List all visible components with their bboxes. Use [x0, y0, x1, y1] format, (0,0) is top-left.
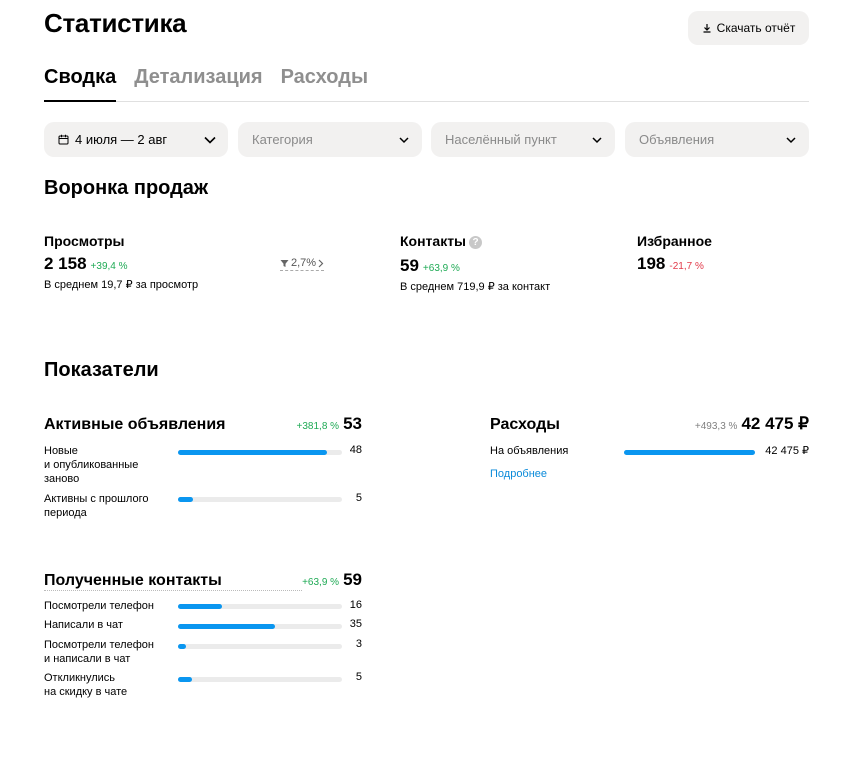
views-sub: В среднем 19,7 ₽ за просмотр: [44, 279, 199, 291]
received-contacts-change: +63,9 %: [302, 577, 340, 588]
views-conversion[interactable]: 2,7%: [280, 257, 325, 271]
contacts-bar-track: [178, 604, 342, 609]
active-ads-row-label: Новые и опубликованные заново: [44, 445, 139, 485]
contacts-row-label: Откликнулись на скидку в чате: [44, 672, 128, 698]
funnel-title: Воронка продаж: [44, 177, 209, 199]
tab-details[interactable]: Детализация: [134, 64, 262, 101]
tab-expenses[interactable]: Расходы: [281, 64, 368, 101]
contacts-row-label: Написали в чат: [44, 619, 123, 631]
download-report-label: Скачать отчёт: [716, 21, 796, 35]
contacts-value-row: 59 +63,9 %: [400, 256, 460, 276]
city-placeholder: Населённый пункт: [445, 132, 557, 147]
active-ads-change: +381,8 %: [296, 421, 340, 432]
download-report-button[interactable]: Скачать отчёт: [688, 11, 809, 45]
indicators-title: Показатели: [44, 359, 159, 381]
contacts-bar-track: [178, 677, 342, 682]
expenses-change: +493,3 %: [694, 421, 738, 432]
conversion-value: 2,7%: [291, 257, 317, 269]
page-title: Статистика: [44, 8, 187, 38]
active-ads-bar-fill: [178, 497, 194, 502]
received-contacts-total: 59: [343, 570, 362, 589]
calendar-icon: [58, 134, 69, 145]
ads-select[interactable]: Объявления: [625, 122, 809, 157]
contacts-value: 59: [400, 256, 419, 275]
date-range-value: 4 июля — 2 авг: [75, 132, 168, 147]
received-contacts-title[interactable]: Полученные контакты: [44, 572, 303, 591]
expenses-total: 42 475 ₽: [741, 414, 809, 433]
views-label: Просмотры: [44, 233, 125, 249]
expenses-bar-fill: [624, 450, 755, 455]
contacts-row-value: 35: [349, 618, 362, 630]
active-ads-row-value: 48: [349, 444, 362, 456]
contacts-bar-fill: [178, 604, 223, 609]
tab-bar: Сводка Детализация Расходы: [44, 64, 809, 102]
expenses-row-value: 42 475 ₽: [765, 445, 809, 457]
contacts-row-label: Посмотрели телефон: [44, 600, 154, 612]
expenses-bar-track: [624, 450, 755, 455]
category-select[interactable]: Категория: [238, 122, 422, 157]
city-select[interactable]: Населённый пункт: [431, 122, 615, 157]
contacts-bar-fill: [178, 644, 187, 649]
favorites-label: Избранное: [637, 233, 712, 249]
favorites-value: 198: [637, 254, 666, 273]
active-ads-bar-fill: [178, 450, 327, 455]
active-ads-row-label: Активны с прошлого периода: [44, 493, 149, 519]
active-ads-row-value: 5: [355, 492, 362, 504]
chevron-down-icon: [204, 136, 216, 144]
expenses-more-link[interactable]: Подробнее: [490, 468, 547, 480]
chevron-right-icon: [318, 259, 324, 267]
active-ads-bar-track: [178, 450, 342, 455]
active-ads-bar-track: [178, 497, 342, 502]
contacts-bar-track: [178, 644, 342, 649]
active-ads-header: Активные объявления +381,8 % 53: [44, 414, 362, 434]
contacts-bar-track: [178, 624, 342, 629]
date-range-select[interactable]: 4 июля — 2 авг: [44, 122, 228, 157]
contacts-row-value: 3: [355, 638, 362, 650]
expenses-row-label: На объявления: [490, 445, 569, 457]
funnel-icon: [280, 259, 289, 267]
contacts-change: +63,9 %: [422, 263, 460, 274]
contacts-bar-fill: [178, 677, 192, 682]
chevron-down-icon: [592, 136, 602, 143]
chevron-down-icon: [786, 136, 796, 143]
ads-placeholder: Объявления: [639, 132, 715, 147]
download-icon: [703, 24, 711, 33]
favorites-change: -21,7 %: [669, 261, 704, 272]
contacts-bar-fill: [178, 624, 276, 629]
contacts-row-label: Посмотрели телефон и написали в чат: [44, 639, 154, 665]
contacts-label: Контакты: [400, 233, 467, 249]
favorites-value-row: 198 -21,7 %: [637, 254, 704, 274]
chevron-down-icon: [399, 136, 409, 143]
received-contacts-header: Полученные контакты +63,9 % 59: [44, 570, 362, 591]
category-placeholder: Категория: [252, 132, 313, 147]
contacts-label-wrap: Контакты?: [400, 233, 483, 249]
active-ads-title: Активные объявления: [44, 416, 226, 433]
expenses-header: Расходы +493,3 % 42 475 ₽: [490, 414, 809, 434]
contacts-row-value: 5: [355, 671, 362, 683]
question-icon[interactable]: ?: [469, 236, 483, 249]
views-value: 2 158: [44, 254, 87, 273]
contacts-sub: В среднем 719,9 ₽ за контакт: [400, 281, 551, 293]
views-change: +39,4 %: [90, 261, 128, 272]
contacts-row-value: 16: [349, 599, 362, 611]
active-ads-total: 53: [343, 414, 362, 433]
tab-summary[interactable]: Сводка: [44, 64, 117, 102]
expenses-title: Расходы: [490, 416, 560, 433]
views-value-row: 2 158 +39,4 %: [44, 254, 128, 274]
